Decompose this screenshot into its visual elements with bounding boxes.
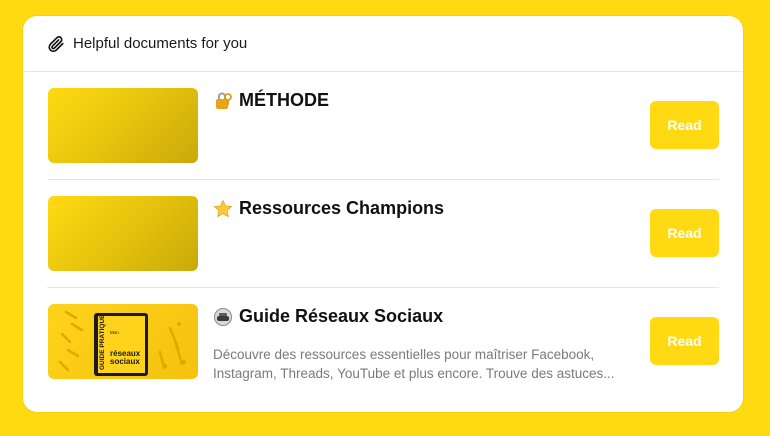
document-title-text: Guide Réseaux Sociaux [239, 306, 444, 326]
description-line: Instagram, Threads, YouTube et plus enco… [213, 366, 615, 381]
lock-key-icon [213, 91, 233, 111]
document-row: GUIDE PRATIQUE Mon réseaux sociaux Guide… [47, 288, 719, 396]
guide-pratique-book-image: GUIDE PRATIQUE Mon réseaux sociaux [58, 310, 186, 376]
paperclip-icon [47, 35, 65, 53]
document-list: MÉTHODE Read Ressources Champions Read G… [23, 72, 743, 396]
thumbnail-vertical-text: GUIDE PRATIQUE [99, 314, 106, 370]
document-title-text: Ressources Champions [239, 198, 445, 218]
read-button[interactable]: Read [650, 209, 719, 257]
document-title[interactable]: MÉTHODE [213, 90, 633, 111]
document-thumbnail[interactable] [48, 88, 198, 163]
document-row: MÉTHODE Read [47, 72, 719, 180]
star-icon [213, 199, 233, 219]
panel-title: Helpful documents for you [73, 35, 248, 52]
document-content: Ressources Champions [213, 198, 633, 219]
document-description: Découvre des ressources essentielles pou… [213, 345, 633, 383]
document-title[interactable]: Ressources Champions [213, 198, 633, 219]
description-line: Découvre des ressources essentielles pou… [213, 347, 595, 362]
document-thumbnail[interactable]: GUIDE PRATIQUE Mon réseaux sociaux [48, 304, 198, 379]
document-content: Guide Réseaux Sociaux Découvre des resso… [213, 306, 633, 383]
phone-receiver-icon [213, 307, 233, 327]
document-title-text: MÉTHODE [239, 90, 329, 110]
thumbnail-line1-text: Mon [110, 330, 119, 335]
read-button[interactable]: Read [650, 101, 719, 149]
thumbnail-line3-text: sociaux [110, 357, 140, 366]
panel-header: Helpful documents for you [23, 16, 743, 72]
document-title[interactable]: Guide Réseaux Sociaux [213, 306, 633, 327]
document-row: Ressources Champions Read [47, 180, 719, 288]
read-button[interactable]: Read [650, 317, 719, 365]
document-content: MÉTHODE [213, 90, 633, 111]
documents-panel: Helpful documents for you MÉTHODE Read R… [23, 16, 743, 412]
document-thumbnail[interactable] [48, 196, 198, 271]
